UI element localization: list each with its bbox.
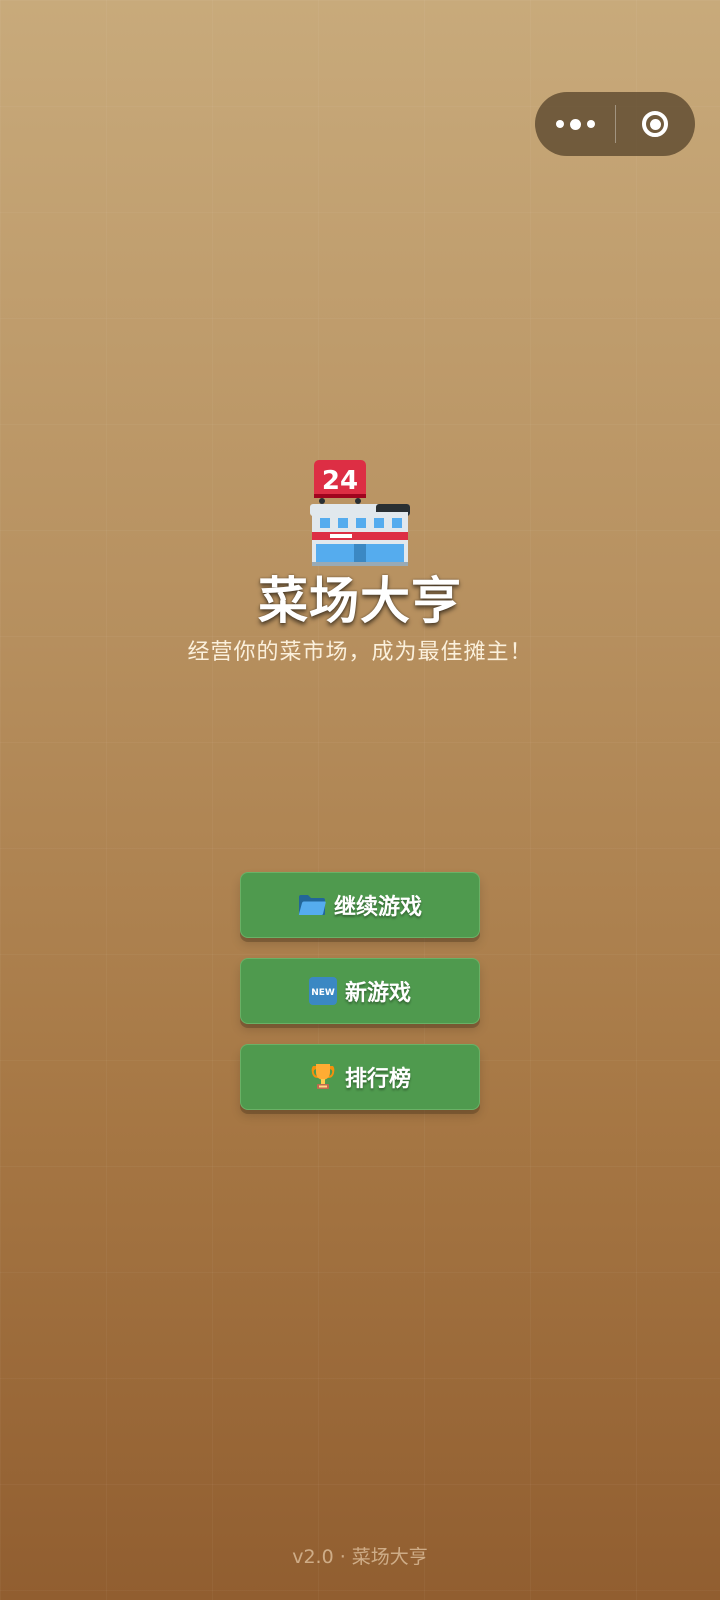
folder-icon bbox=[298, 891, 326, 919]
continue-game-button[interactable]: 继续游戏 bbox=[240, 872, 480, 938]
leaderboard-button[interactable]: 排行榜 bbox=[240, 1044, 480, 1110]
store-sign-number: 24 bbox=[322, 466, 358, 496]
miniprogram-capsule bbox=[535, 92, 695, 156]
new-game-label: 新游戏 bbox=[344, 981, 411, 1006]
more-button[interactable] bbox=[535, 92, 615, 156]
close-miniprogram-button[interactable] bbox=[616, 92, 694, 156]
main-menu: 继续游戏 NEW 新游戏 排行榜 bbox=[240, 872, 480, 1130]
game-subtitle: 经营你的菜市场，成为最佳摊主！ bbox=[187, 640, 533, 665]
close-target-icon bbox=[642, 111, 668, 137]
new-badge-text: NEW bbox=[311, 988, 335, 998]
continue-game-label: 继续游戏 bbox=[333, 895, 422, 920]
leaderboard-label: 排行榜 bbox=[344, 1067, 411, 1092]
new-badge-icon: NEW bbox=[308, 977, 337, 1005]
background-grid bbox=[0, 0, 720, 1600]
game-title: 菜场大亨 bbox=[258, 572, 462, 630]
new-game-button[interactable]: NEW 新游戏 bbox=[240, 958, 480, 1024]
version-footer: v2.0 · 菜场大亨 bbox=[292, 1546, 428, 1568]
trophy-icon bbox=[309, 1063, 337, 1091]
store-24h-icon: 24 bbox=[310, 460, 410, 566]
more-dots-icon bbox=[555, 118, 595, 130]
